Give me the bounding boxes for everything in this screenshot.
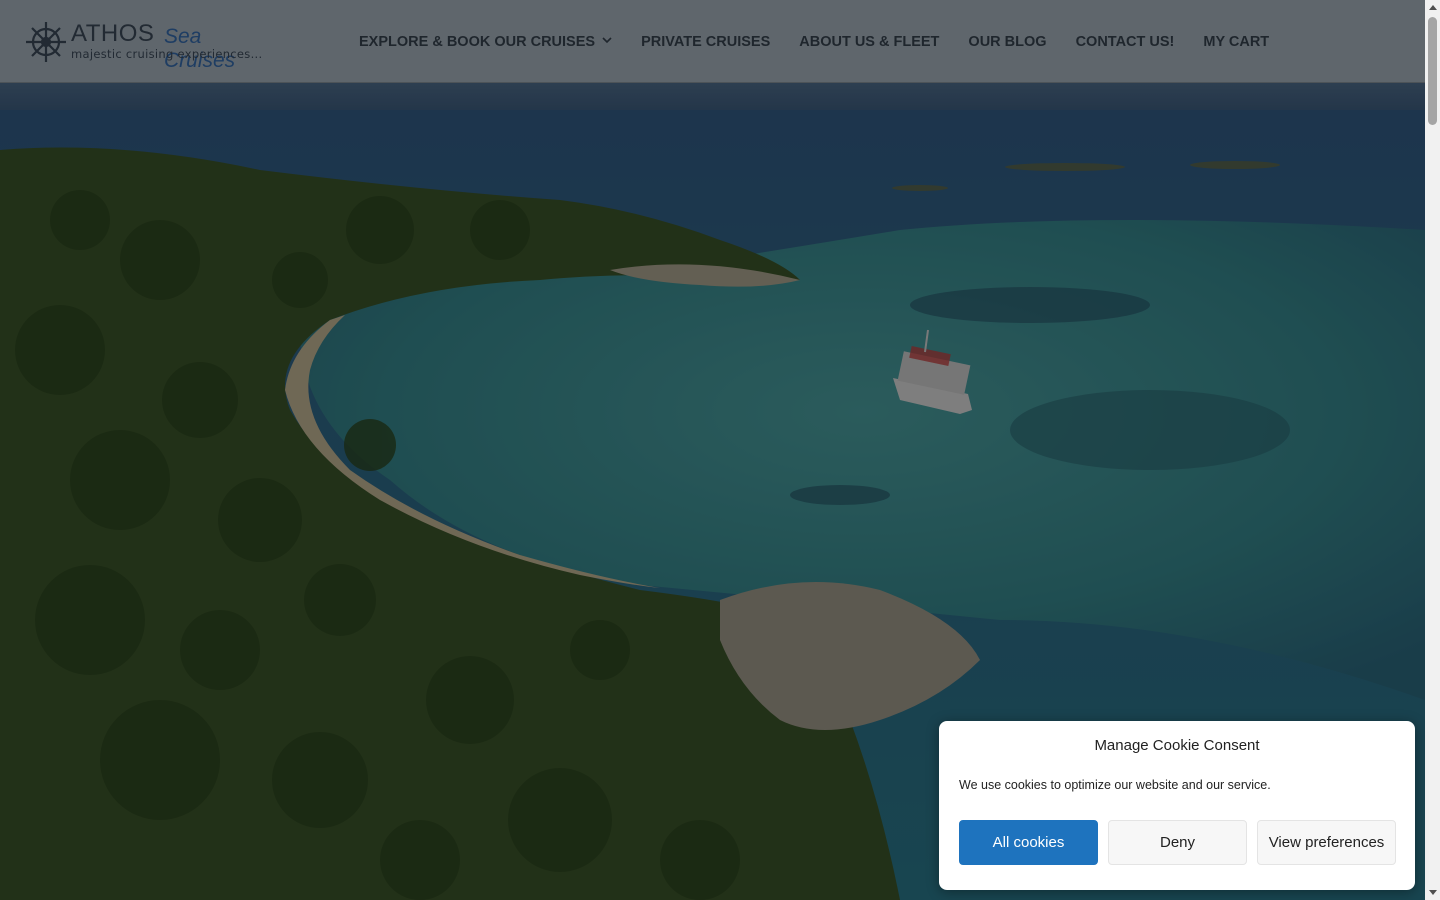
cookie-consent-message: We use cookies to optimize our website a… [959, 778, 1271, 792]
cookie-consent-actions: All cookies Deny View preferences [959, 820, 1396, 865]
site-logo[interactable]: ATHOS Sea Cruises majestic cruising expe… [24, 18, 264, 72]
nav-item-private-cruises[interactable]: PRIVATE CRUISES [641, 34, 770, 50]
logo-tagline: majestic cruising experiences... [71, 47, 263, 61]
main-navigation: EXPLORE & BOOK OUR CRUISES PRIVATE CRUIS… [359, 0, 1298, 83]
cookie-consent-dialog: Manage Cookie Consent We use cookies to … [939, 721, 1415, 890]
nav-item-label: EXPLORE & BOOK OUR CRUISES [359, 33, 596, 50]
nav-item-contact-us[interactable]: CONTACT US! [1076, 34, 1175, 50]
ship-wheel-icon [26, 22, 66, 62]
scroll-down-arrow-icon[interactable] [1425, 885, 1440, 900]
site-header: ATHOS Sea Cruises majestic cruising expe… [0, 0, 1425, 83]
nav-item-our-blog[interactable]: OUR BLOG [968, 34, 1046, 50]
accept-all-cookies-button[interactable]: All cookies [959, 820, 1098, 865]
logo-wordmark: ATHOS [71, 20, 155, 47]
deny-cookies-button[interactable]: Deny [1108, 820, 1247, 865]
page-scrollbar[interactable] [1425, 0, 1440, 900]
scroll-up-arrow-icon[interactable] [1425, 0, 1440, 15]
nav-item-about-us-fleet[interactable]: ABOUT US & FLEET [799, 34, 939, 50]
cookie-consent-title: Manage Cookie Consent [1094, 737, 1260, 754]
chevron-down-icon [602, 37, 612, 44]
scrollbar-thumb[interactable] [1428, 17, 1437, 125]
nav-item-my-cart[interactable]: MY CART [1203, 34, 1269, 50]
view-preferences-button[interactable]: View preferences [1257, 820, 1396, 865]
nav-item-explore-book-cruises[interactable]: EXPLORE & BOOK OUR CRUISES [359, 34, 612, 50]
